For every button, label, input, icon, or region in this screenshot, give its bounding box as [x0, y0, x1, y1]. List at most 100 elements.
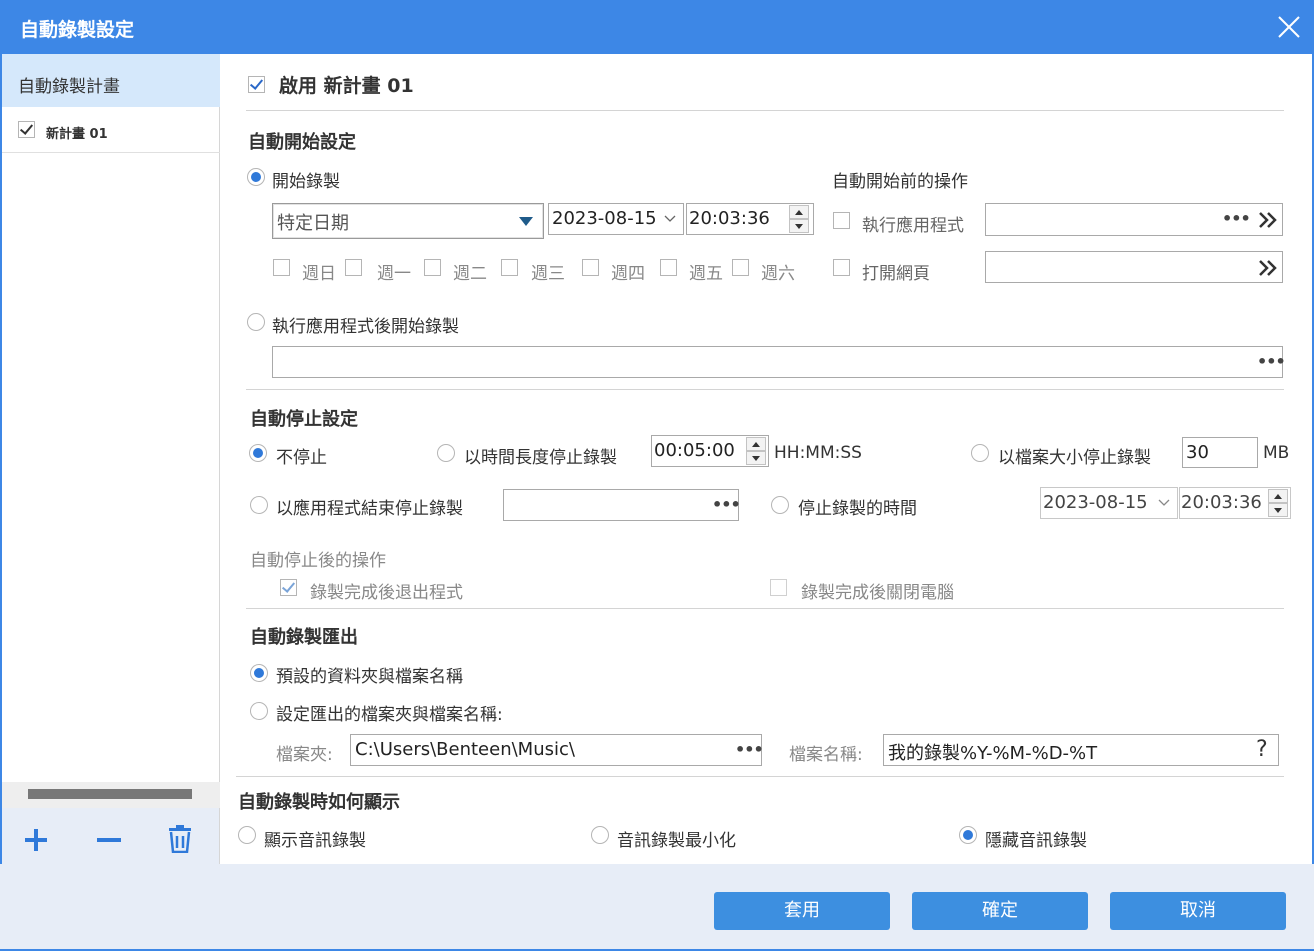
exit-app-checkbox[interactable] [280, 579, 297, 596]
weekday-label-thu: 週四 [611, 264, 645, 284]
browse-dots-icon[interactable]: ••• [1222, 209, 1251, 228]
weekday-label-wed: 週三 [531, 264, 565, 284]
run-app-path-input[interactable]: ••• [985, 203, 1283, 236]
filename-value: 我的錄製%Y-%M-%D-%T [888, 743, 1098, 764]
size-unit-label: MB [1263, 443, 1290, 463]
weekday-checkbox-sun[interactable] [273, 259, 290, 276]
folder-path-input[interactable]: C:\Users\Benteen\Music\ ••• [350, 734, 764, 766]
stop-by-size-radio[interactable] [971, 444, 989, 462]
stop-size-input[interactable]: 30 [1182, 437, 1258, 468]
stop-date-value: 2023-08-15 [1043, 492, 1148, 513]
help-icon[interactable]: ? [1256, 737, 1268, 762]
weekday-label-fri: 週五 [689, 264, 723, 284]
start-time-input[interactable]: 20:03:36 [686, 203, 814, 235]
delete-plan-icon[interactable] [168, 825, 192, 853]
stop-time-down-button[interactable] [1268, 503, 1288, 517]
apply-button[interactable]: 套用 [714, 892, 890, 930]
custom-folder-radio[interactable] [250, 702, 268, 720]
plan-list-panel [2, 54, 220, 864]
auto-start-title: 自動開始設定 [248, 132, 356, 153]
folder-label: 檔案夾: [276, 745, 333, 765]
run-app-checkbox[interactable] [833, 212, 850, 229]
filename-label: 檔案名稱: [789, 745, 863, 765]
stop-at-time-radio[interactable] [771, 496, 789, 514]
browse-dots-icon[interactable]: ••• [1257, 352, 1286, 371]
default-folder-radio[interactable] [250, 664, 268, 682]
plan-enable-checkbox[interactable] [18, 121, 35, 138]
show-recorder-radio[interactable] [238, 826, 256, 844]
stop-by-duration-radio[interactable] [437, 444, 455, 462]
weekday-checkbox-fri[interactable] [660, 259, 677, 276]
start-after-app-radio[interactable] [247, 313, 265, 331]
stop-at-time-label: 停止錄製的時間 [798, 499, 917, 519]
add-plan-icon[interactable] [24, 828, 48, 852]
chevron-down-icon[interactable] [664, 214, 676, 224]
minimize-recorder-label: 音訊錄製最小化 [617, 831, 736, 851]
footer-bar: 套用 確定 取消 [0, 864, 1314, 951]
shutdown-checkbox[interactable] [770, 579, 787, 596]
start-time-value: 20:03:36 [689, 208, 770, 229]
no-stop-radio[interactable] [249, 444, 267, 462]
stop-size-value: 30 [1186, 442, 1209, 463]
export-title: 自動錄製匯出 [250, 627, 358, 648]
double-chevron-right-icon[interactable] [1258, 211, 1278, 229]
plan-list-toolbar [2, 808, 220, 864]
weekday-checkbox-wed[interactable] [501, 259, 518, 276]
weekday-checkbox-mon[interactable] [345, 259, 362, 276]
start-recording-label: 開始錄製 [272, 172, 340, 192]
auto-stop-title: 自動停止設定 [250, 409, 358, 430]
weekday-label-mon: 週一 [377, 264, 411, 284]
close-icon[interactable] [1276, 14, 1302, 40]
stop-app-path-input[interactable]: ••• [503, 489, 741, 521]
custom-folder-label: 設定匯出的檔案夾與檔案名稱: [276, 705, 503, 725]
filename-input[interactable]: 我的錄製%Y-%M-%D-%T ? [883, 734, 1279, 766]
start-date-picker[interactable]: 2023-08-15 [548, 203, 684, 235]
stop-date-picker[interactable]: 2023-08-15 [1040, 487, 1178, 519]
browse-dots-icon[interactable]: ••• [735, 740, 764, 759]
time-down-button[interactable] [789, 219, 809, 233]
start-mode-select[interactable]: 特定日期 [272, 203, 544, 239]
remove-plan-icon[interactable] [96, 828, 122, 852]
start-date-value: 2023-08-15 [552, 208, 657, 229]
cancel-button[interactable]: 取消 [1110, 892, 1286, 930]
folder-path-value: C:\Users\Benteen\Music\ [355, 739, 575, 760]
start-after-app-input[interactable]: ••• [272, 346, 1286, 378]
plan-list-scrollbar-thumb[interactable] [28, 789, 192, 799]
start-mode-value: 特定日期 [277, 213, 349, 234]
open-web-checkbox[interactable] [833, 259, 850, 276]
weekday-label-tue: 週二 [453, 264, 487, 284]
stop-on-app-exit-radio[interactable] [250, 496, 268, 514]
duration-up-button[interactable] [746, 437, 766, 451]
enable-plan-checkbox[interactable] [248, 76, 265, 93]
plan-item-label: 新計畫 01 [46, 127, 108, 142]
chevron-down-icon[interactable] [1158, 498, 1170, 508]
chevron-down-icon[interactable] [519, 217, 533, 226]
plan-list-item[interactable]: 新計畫 01 [2, 108, 220, 153]
start-recording-radio[interactable] [247, 168, 265, 186]
stop-by-size-label: 以檔案大小停止錄製 [998, 448, 1151, 468]
duration-unit-label: HH:MM:SS [774, 443, 862, 463]
weekday-label-sun: 週日 [302, 264, 336, 284]
display-title: 自動錄製時如何顯示 [238, 792, 400, 813]
show-recorder-label: 顯示音訊錄製 [264, 831, 366, 851]
browse-dots-icon[interactable]: ••• [712, 495, 741, 514]
stop-time-up-button[interactable] [1268, 489, 1288, 503]
title-bar: 自動錄製設定 [0, 0, 1314, 54]
shutdown-label: 錄製完成後關閉電腦 [801, 583, 954, 603]
weekday-checkbox-tue[interactable] [424, 259, 441, 276]
minimize-recorder-radio[interactable] [591, 826, 609, 844]
ok-button[interactable]: 確定 [912, 892, 1088, 930]
double-chevron-right-icon[interactable] [1258, 259, 1278, 277]
stop-time-input[interactable]: 20:03:36 [1179, 487, 1291, 519]
stop-time-value: 20:03:36 [1181, 492, 1262, 513]
weekday-checkbox-sat[interactable] [732, 259, 749, 276]
hide-recorder-radio[interactable] [959, 826, 977, 844]
open-web-url-input[interactable] [985, 251, 1283, 283]
divider [246, 110, 1284, 111]
window-title: 自動錄製設定 [20, 19, 135, 41]
stop-on-app-exit-label: 以應用程式結束停止錄製 [276, 499, 463, 519]
weekday-checkbox-thu[interactable] [582, 259, 599, 276]
time-up-button[interactable] [789, 205, 809, 219]
duration-down-button[interactable] [746, 451, 766, 465]
stop-duration-input[interactable]: 00:05:00 [651, 435, 769, 467]
